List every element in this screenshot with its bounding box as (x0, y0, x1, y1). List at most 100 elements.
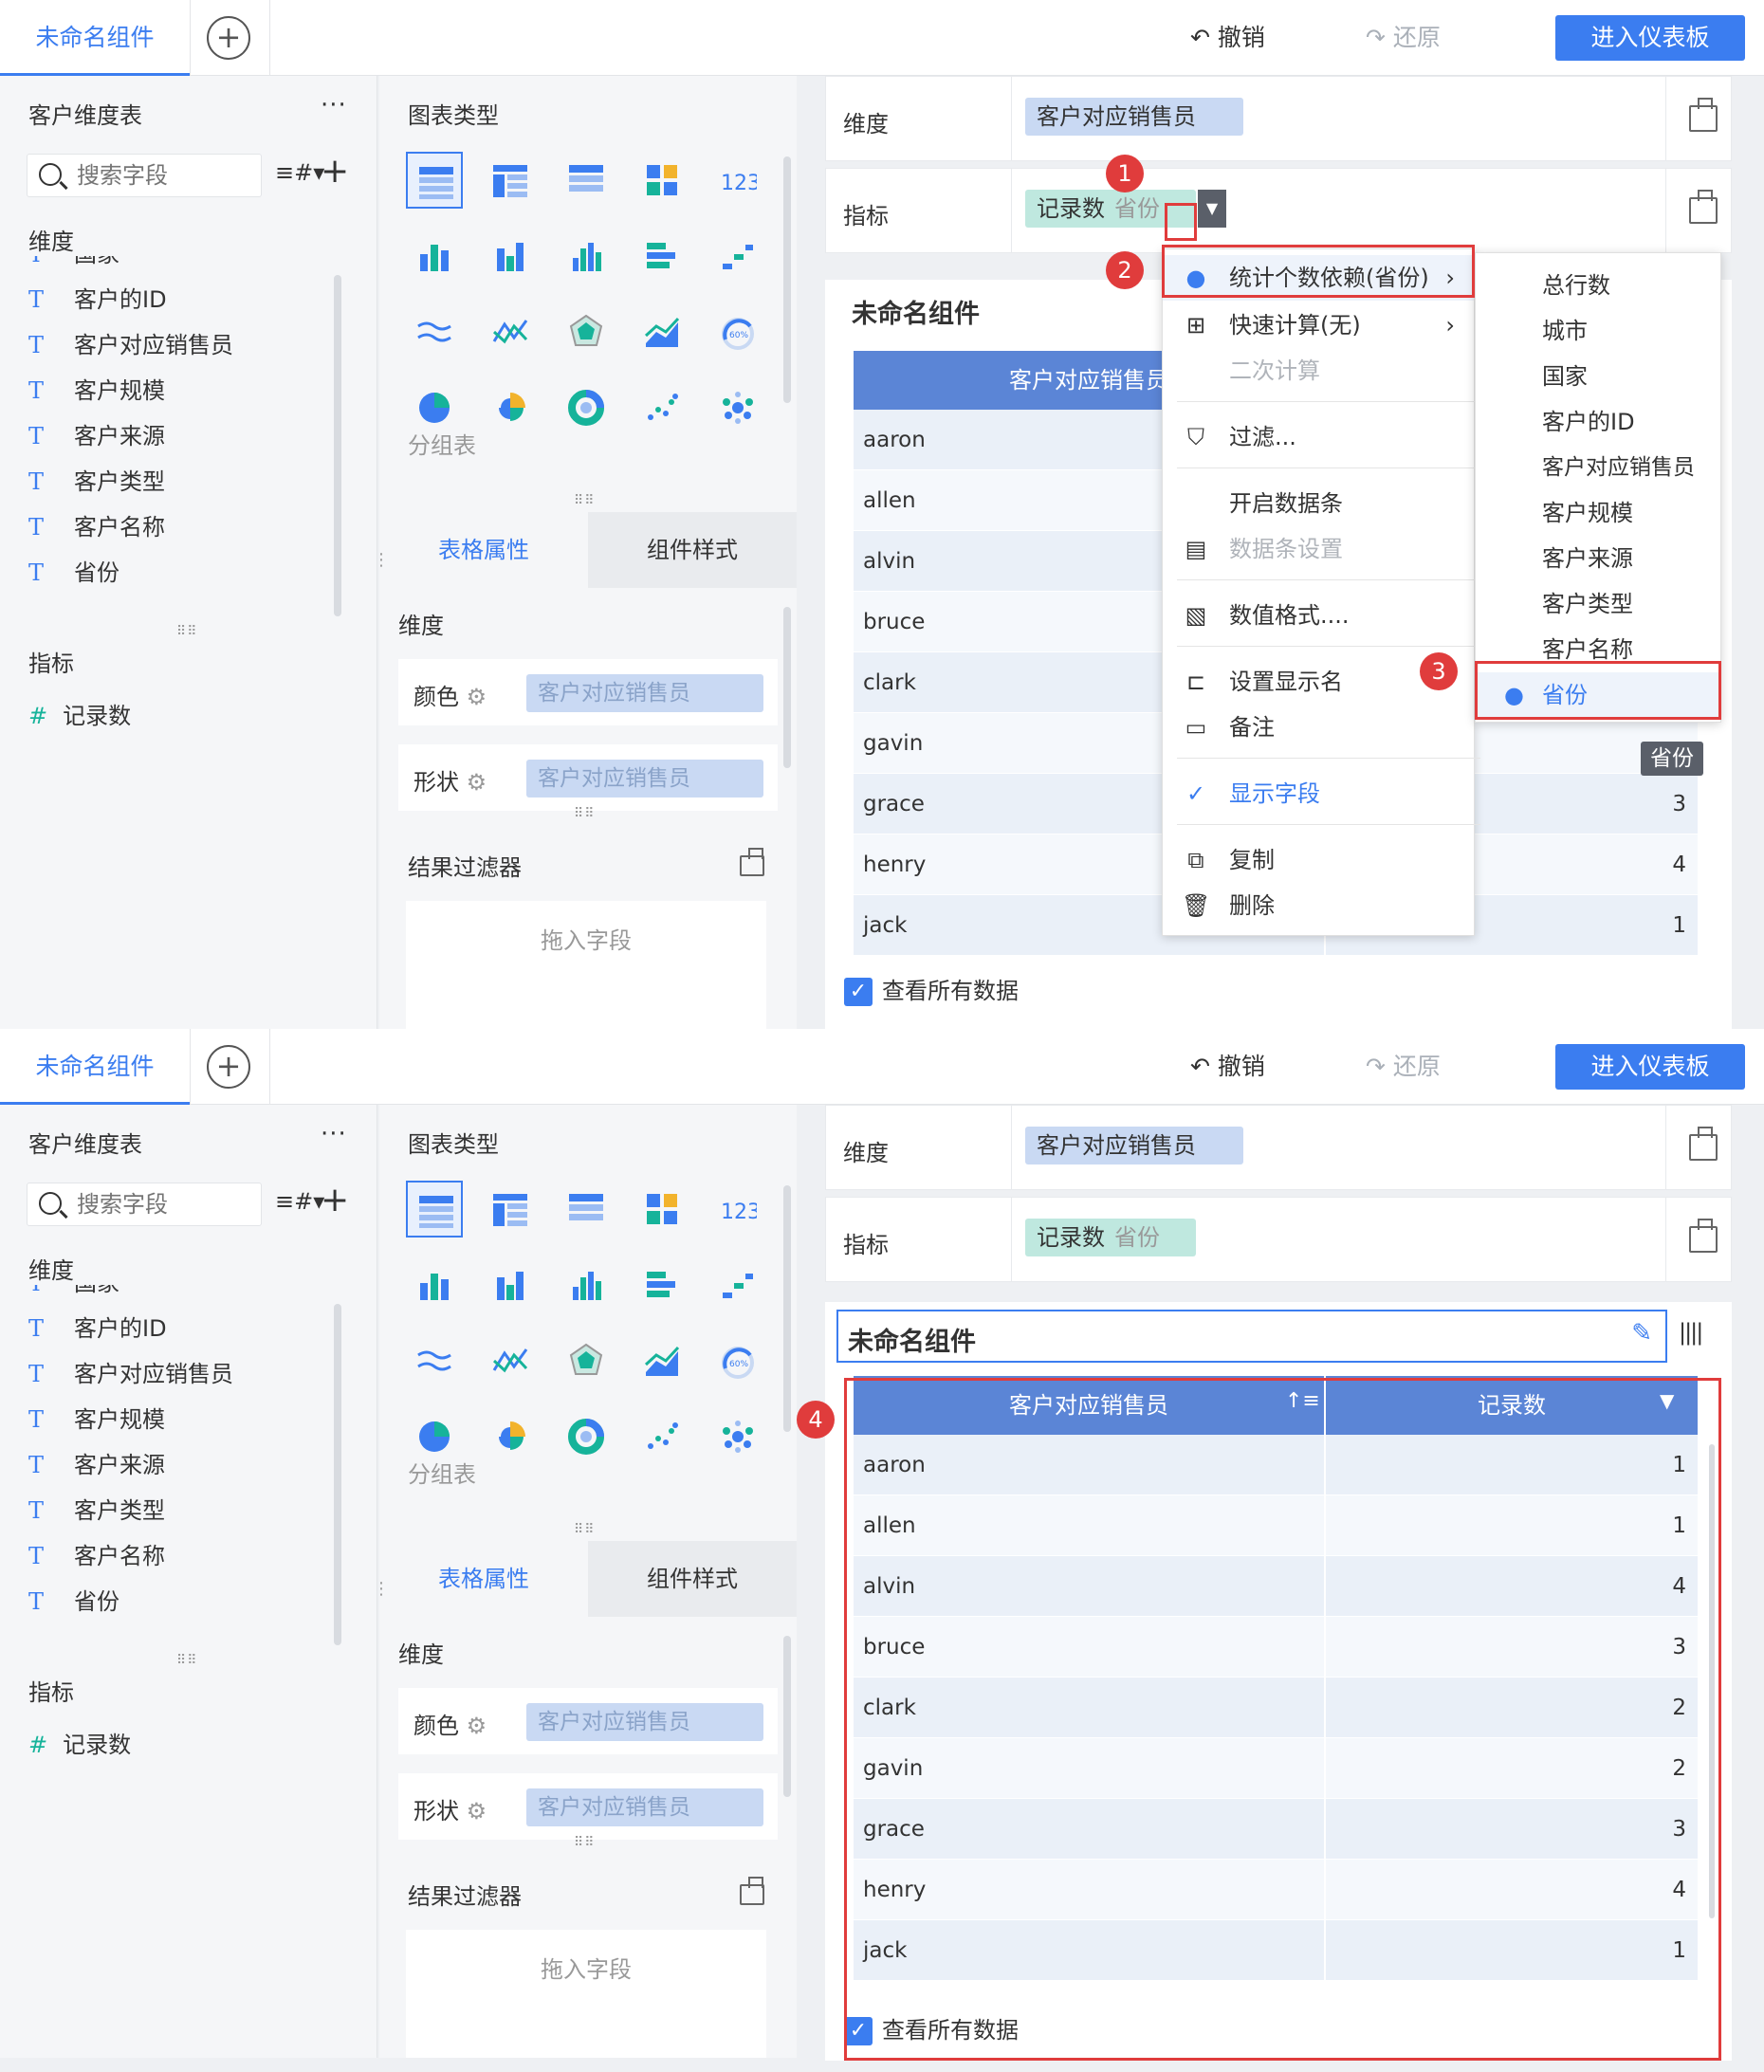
gear-icon[interactable]: ⚙ (467, 1713, 487, 1739)
measure-item[interactable]: # 记录数 (28, 697, 131, 730)
color-field-chip[interactable]: 客户对应销售员 (526, 1703, 763, 1741)
cross-table-chart-icon[interactable] (482, 152, 539, 209)
field-scrollbar[interactable] (334, 1304, 341, 1645)
resize-handle[interactable]: ⠿⠿ (574, 493, 596, 508)
field-item[interactable]: T 客户对应销售员 (28, 322, 341, 368)
stacked-bar-chart-icon[interactable] (406, 228, 463, 284)
filter-drop-zone[interactable]: 拖入字段 (406, 901, 766, 1029)
field-item[interactable]: T 客户名称 (28, 504, 341, 550)
column-chart-icon[interactable] (558, 1256, 615, 1313)
rose-chart-icon[interactable] (482, 379, 539, 436)
add-tab-button[interactable]: + (190, 0, 270, 76)
edit-pencil-icon[interactable]: ✎ (1631, 1319, 1652, 1348)
field-item[interactable]: T 客户名称 (28, 1533, 341, 1579)
view-all-data-checkbox[interactable]: ✓ 查看所有数据 (844, 972, 1019, 1006)
resize-handle[interactable]: ⠿⠿ (176, 624, 198, 639)
kpi-number-chart-icon[interactable]: 123 (709, 1181, 766, 1238)
barcode-icon[interactable]: |||| (1679, 1319, 1703, 1346)
submenu-item[interactable]: 客户类型 (1476, 581, 1720, 627)
tab-component-style[interactable]: 组件样式 (588, 512, 797, 588)
group-table-chart-icon[interactable] (406, 1181, 463, 1238)
measure-chip[interactable]: 记录数 省份 (1025, 1219, 1196, 1256)
field-item[interactable]: T 客户来源 (28, 1442, 341, 1488)
shelf-lock-icon[interactable] (1689, 1127, 1718, 1161)
panel-splitter[interactable]: ⋮ (373, 550, 391, 570)
shape-field-chip[interactable]: 客户对应销售员 (526, 1788, 763, 1826)
menu-item-show-field[interactable]: ✓ 显示字段 (1163, 771, 1474, 816)
shelf-lock-icon[interactable] (1689, 190, 1718, 224)
column-chart-icon[interactable] (558, 228, 615, 284)
field-item[interactable]: T 客户类型 (28, 459, 341, 504)
property-scrollbar[interactable] (783, 607, 791, 768)
add-tab-button[interactable]: + (190, 1029, 270, 1105)
sort-field-icon[interactable]: ≡#▾ (275, 1188, 324, 1215)
component-title-editor[interactable]: 未命名组件 ✎ (836, 1310, 1667, 1363)
redo-button[interactable]: ↷ 还原 (1366, 0, 1441, 76)
undo-button[interactable]: ↶ 撤销 (1190, 1029, 1265, 1105)
search-input[interactable] (77, 162, 248, 189)
resize-handle[interactable]: ⠿⠿ (176, 1653, 198, 1668)
menu-item-number-format[interactable]: ▧ 数值格式.... (1163, 593, 1474, 638)
enter-dashboard-button[interactable]: 进入仪表板 (1555, 1044, 1745, 1090)
field-scrollbar[interactable] (334, 275, 341, 616)
rose-chart-icon[interactable] (482, 1408, 539, 1465)
submenu-item[interactable]: 客户规模 (1476, 490, 1720, 536)
group-table-chart-icon[interactable] (406, 152, 463, 209)
radar-chart-icon[interactable] (558, 1332, 615, 1389)
detail-table-chart-icon[interactable] (558, 152, 615, 209)
component-tab[interactable]: 未命名组件 (0, 1029, 190, 1105)
enter-dashboard-button[interactable]: 进入仪表板 (1555, 15, 1745, 61)
dimension-chip[interactable]: 客户对应销售员 (1025, 98, 1243, 136)
sort-field-icon[interactable]: ≡#▾ (275, 159, 324, 186)
area-chart-icon[interactable] (634, 303, 690, 360)
multi-line-chart-icon[interactable] (482, 303, 539, 360)
field-item[interactable]: T 客户的ID (28, 277, 341, 322)
menu-item-quick-calc[interactable]: ⊞ 快速计算(无) › (1163, 303, 1474, 348)
undo-button[interactable]: ↶ 撤销 (1190, 0, 1265, 76)
bar-chart-icon[interactable] (482, 1256, 539, 1313)
submenu-item[interactable]: 总行数 (1476, 263, 1720, 308)
tab-table-properties[interactable]: 表格属性 (379, 512, 588, 588)
shelf-lock-icon[interactable] (1689, 98, 1718, 132)
stacked-bar-chart-icon[interactable] (406, 1256, 463, 1313)
cross-table-chart-icon[interactable] (482, 1181, 539, 1238)
bubble-chart-icon[interactable] (709, 379, 766, 436)
submenu-item[interactable]: 客户对应销售员 (1476, 445, 1720, 490)
gear-icon[interactable]: ⚙ (467, 769, 487, 796)
heatmap-chart-icon[interactable] (634, 152, 690, 209)
detail-table-chart-icon[interactable] (558, 1181, 615, 1238)
chevron-down-icon[interactable]: ▼ (1198, 190, 1226, 228)
radar-chart-icon[interactable] (558, 303, 615, 360)
multi-line-chart-icon[interactable] (482, 1332, 539, 1389)
step-chart-icon[interactable] (709, 1256, 766, 1313)
heatmap-chart-icon[interactable] (634, 1181, 690, 1238)
filter-lock-icon[interactable] (740, 848, 764, 876)
add-field-icon[interactable]: + (321, 1181, 349, 1219)
gauge-chart-icon[interactable]: 60% (709, 1332, 766, 1389)
area-chart-icon[interactable] (634, 1332, 690, 1389)
filter-drop-zone[interactable]: 拖入字段 (406, 1930, 766, 2058)
chart-type-scrollbar[interactable] (783, 1185, 791, 1432)
bar-chart-icon[interactable] (482, 228, 539, 284)
more-icon[interactable]: ··· (321, 91, 347, 119)
dimension-chip[interactable]: 客户对应销售员 (1025, 1127, 1243, 1164)
scatter-chart-icon[interactable] (634, 1408, 690, 1465)
tab-table-properties[interactable]: 表格属性 (379, 1541, 588, 1617)
scatter-chart-icon[interactable] (634, 379, 690, 436)
panel-splitter[interactable]: ⋮ (373, 1579, 391, 1599)
field-item[interactable]: T 客户规模 (28, 368, 341, 413)
step-chart-icon[interactable] (709, 228, 766, 284)
property-scrollbar[interactable] (783, 1636, 791, 1797)
menu-item-filter[interactable]: ⛉ 过滤... (1163, 414, 1474, 460)
gear-icon[interactable]: ⚙ (467, 1798, 487, 1824)
menu-item-delete[interactable]: 🗑 删除 (1163, 883, 1474, 928)
line-chart-icon[interactable] (406, 1332, 463, 1389)
gear-icon[interactable]: ⚙ (467, 684, 487, 710)
field-item[interactable]: T国家 (28, 1285, 341, 1306)
submenu-item[interactable]: 城市 (1476, 308, 1720, 354)
donut-chart-icon[interactable] (558, 1408, 615, 1465)
field-item[interactable]: T 客户来源 (28, 413, 341, 459)
submenu-item[interactable]: 客户来源 (1476, 536, 1720, 581)
kpi-number-chart-icon[interactable]: 123 (709, 152, 766, 209)
donut-chart-icon[interactable] (558, 379, 615, 436)
